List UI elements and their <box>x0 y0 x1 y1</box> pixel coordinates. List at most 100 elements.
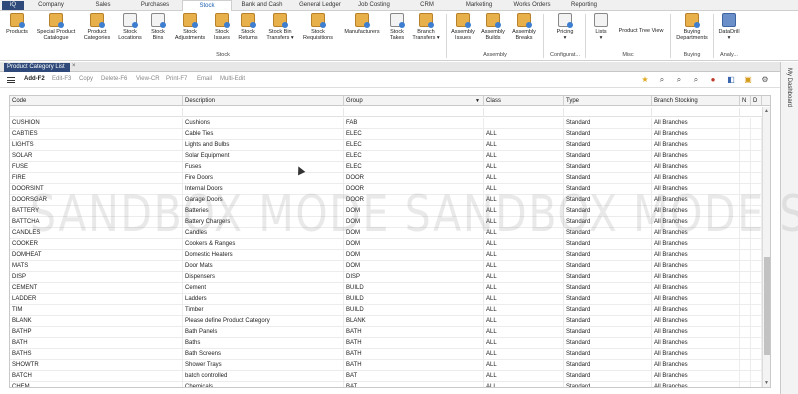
buying-departments-button[interactable]: Buying Departments <box>673 13 711 41</box>
column-header-description[interactable]: Description <box>183 96 344 106</box>
menu-job-costing[interactable]: Job Costing <box>350 0 398 11</box>
multi-edit-button[interactable]: Multi-Edit <box>220 76 245 82</box>
stock-adjustments-button[interactable]: Stock Adjustments <box>172 13 208 41</box>
table-row[interactable]: SHOWTR Shower Trays BATH ALL Standard All Bra… <box>10 360 762 371</box>
table-row[interactable]: CHEM Chemicals BAT ALL Standard All Branches <box>10 382 762 387</box>
report-icon[interactable]: ● <box>708 75 718 85</box>
column-header-type[interactable]: Type <box>564 96 652 106</box>
menu-general-ledger[interactable]: General Ledger <box>292 0 348 11</box>
table-row[interactable]: BATTERY Batteries DOM ALL Standard All Branch… <box>10 206 762 217</box>
lists-button[interactable]: Lists ▾ <box>589 13 613 41</box>
manufacturers-button[interactable]: Manufacturers <box>340 13 384 35</box>
table-row[interactable]: BLANK Please define Product Category BLANK… <box>10 316 762 327</box>
settings-gear-icon[interactable]: ⚙ <box>760 75 770 85</box>
column-header-n[interactable]: N <box>740 96 751 106</box>
table-row[interactable]: LADDER Ladders BUILD ALL Standard All Branche… <box>10 294 762 305</box>
table-row[interactable]: FUSE Fuses ELEC ALL Standard All Branches <box>10 162 762 173</box>
table-row[interactable]: DOMHEAT Domestic Heaters DOM ALL Standard All… <box>10 250 762 261</box>
table-row[interactable]: DOORSINT Internal Doors DOOR ALL Standard All… <box>10 184 762 195</box>
filter-cell[interactable] <box>344 108 484 116</box>
vertical-scrollbar[interactable]: ▲ ▼ <box>762 107 770 387</box>
table-row[interactable]: DOORSGAR Garage Doors DOOR ALL Standard All B… <box>10 195 762 206</box>
stock-bin-transfers-button[interactable]: Stock Bin Transfers ▾ <box>263 13 297 41</box>
delete-button[interactable]: Delete-F6 <box>101 76 127 82</box>
add-button[interactable]: Add-F2 <box>24 76 45 82</box>
filter-search-icon[interactable]: ⌕ <box>691 75 701 85</box>
table-row[interactable]: DISP Dispensers DISP ALL Standard All Branche… <box>10 272 762 283</box>
branch-transfers-button[interactable]: Branch Transfers ▾ <box>410 13 442 41</box>
filter-cell[interactable] <box>183 108 344 116</box>
zoom-search-icon[interactable]: ⌕ <box>674 75 684 85</box>
hamburger-menu-icon[interactable] <box>7 77 15 83</box>
menu-works-orders[interactable]: Works Orders <box>506 0 558 11</box>
pricing-button[interactable]: Pricing ▾ <box>550 13 580 41</box>
scrollbar-thumb[interactable] <box>764 257 770 355</box>
close-tab-icon[interactable]: × <box>72 63 76 69</box>
print-button[interactable]: Print-F7 <box>166 76 187 82</box>
app-menu-button[interactable]: iQ <box>2 1 24 10</box>
table-row[interactable]: BATH Baths BATH ALL Standard All Branches <box>10 338 762 349</box>
filter-cell[interactable] <box>564 108 652 116</box>
scroll-down-icon[interactable]: ▼ <box>764 380 769 386</box>
stock-returns-button[interactable]: Stock Returns <box>235 13 261 41</box>
tab-product-category-list[interactable]: Product Category List <box>4 63 70 72</box>
table-row[interactable]: BATHS Bath Screens BATH ALL Standard All Bran… <box>10 349 762 360</box>
table-row[interactable]: FIRE Fire Doors DOOR ALL Standard All Branche… <box>10 173 762 184</box>
column-header-class[interactable]: Class <box>484 96 564 106</box>
favourite-star-icon[interactable]: ★ <box>640 75 650 85</box>
stock-issues-button[interactable]: Stock Issues <box>209 13 235 41</box>
edit-button[interactable]: Edit-F3 <box>52 76 71 82</box>
table-row[interactable]: BATHP Bath Panels BATH ALL Standard All Branc… <box>10 327 762 338</box>
table-row[interactable]: CANDLES Candles DOM ALL Standard All Branches <box>10 228 762 239</box>
assembly-builds-button[interactable]: Assembly Builds <box>479 13 507 41</box>
product-categories-button[interactable]: Product Categories <box>81 13 113 41</box>
search-icon[interactable]: ⌕ <box>657 75 667 85</box>
table-row[interactable]: CEMENT Cement BUILD ALL Standard All Branches <box>10 283 762 294</box>
special-product-catalogue-button[interactable]: Special Product Catalogue <box>33 13 79 41</box>
menu-bank-and-cash[interactable]: Bank and Cash <box>236 0 288 11</box>
menu-sales[interactable]: Sales <box>80 0 126 11</box>
view-button[interactable]: View-CR <box>136 76 160 82</box>
stock-bins-button[interactable]: Stock Bins <box>146 13 170 41</box>
table-row[interactable]: LIGHTS Lights and Bulbs ELEC ALL Standard All… <box>10 140 762 151</box>
stock-locations-button[interactable]: Stock Locations <box>115 13 145 41</box>
table-row[interactable]: BATTCHA Battery Chargers DOM ALL Standard All… <box>10 217 762 228</box>
products-button[interactable]: Products <box>3 13 31 35</box>
column-header-branch-stocking[interactable]: Branch Stocking <box>652 96 740 106</box>
table-row[interactable]: COOKER Cookers & Ranges DOM ALL Standard All … <box>10 239 762 250</box>
product-tree-view-button[interactable]: Product Tree View <box>615 28 667 34</box>
column-header-d[interactable]: D <box>751 96 762 106</box>
table-row[interactable]: CABTIES Cable Ties ELEC ALL Standard All Bran… <box>10 129 762 140</box>
menu-purchases[interactable]: Purchases <box>130 0 180 11</box>
filter-cell[interactable] <box>652 108 740 116</box>
scroll-up-icon[interactable]: ▲ <box>764 108 769 114</box>
menu-stock[interactable]: Stock <box>182 0 232 11</box>
menu-company[interactable]: Company <box>30 0 72 11</box>
menu-reporting[interactable]: Reporting <box>560 0 608 11</box>
filter-cell[interactable] <box>10 108 183 116</box>
lock-icon[interactable]: ▣ <box>743 75 753 85</box>
column-header-group[interactable]: Group ▼ <box>344 96 484 106</box>
cell-n <box>740 151 751 162</box>
table-row[interactable]: TIM Timber BUILD ALL Standard All Branches <box>10 305 762 316</box>
menu-marketing[interactable]: Marketing <box>455 0 503 11</box>
cell-code: CEMENT <box>10 283 183 294</box>
filter-cell[interactable] <box>484 108 564 116</box>
dashboard-side-panel[interactable]: My Dashboard <box>780 62 798 394</box>
assembly-issues-button[interactable]: Assembly Issues <box>449 13 477 41</box>
table-row[interactable]: CUSHION Cushions FAB Standard All Branches <box>10 118 762 129</box>
datadrill-button[interactable]: DataDrill ▾ <box>715 13 743 41</box>
assembly-breaks-button[interactable]: Assembly Breaks <box>509 13 539 41</box>
email-button[interactable]: Email <box>197 76 212 82</box>
table-row[interactable]: MATS Door Mats DOM ALL Standard All Branches <box>10 261 762 272</box>
cell-n <box>740 228 751 239</box>
export-icon[interactable]: ◧ <box>726 75 736 85</box>
copy-button[interactable]: Copy <box>79 76 93 82</box>
menu-crm[interactable]: CRM <box>402 0 452 11</box>
stock-requisitions-button[interactable]: Stock Requisitions <box>299 13 337 41</box>
table-row[interactable]: SOLAR Solar Equipment ELEC ALL Standard All B… <box>10 151 762 162</box>
table-row[interactable]: BATCH batch controlled BAT ALL Standard All B… <box>10 371 762 382</box>
stock-takes-button[interactable]: Stock Takes <box>385 13 409 41</box>
grid-filter-row[interactable] <box>10 107 762 117</box>
column-header-code[interactable]: Code <box>10 96 183 106</box>
